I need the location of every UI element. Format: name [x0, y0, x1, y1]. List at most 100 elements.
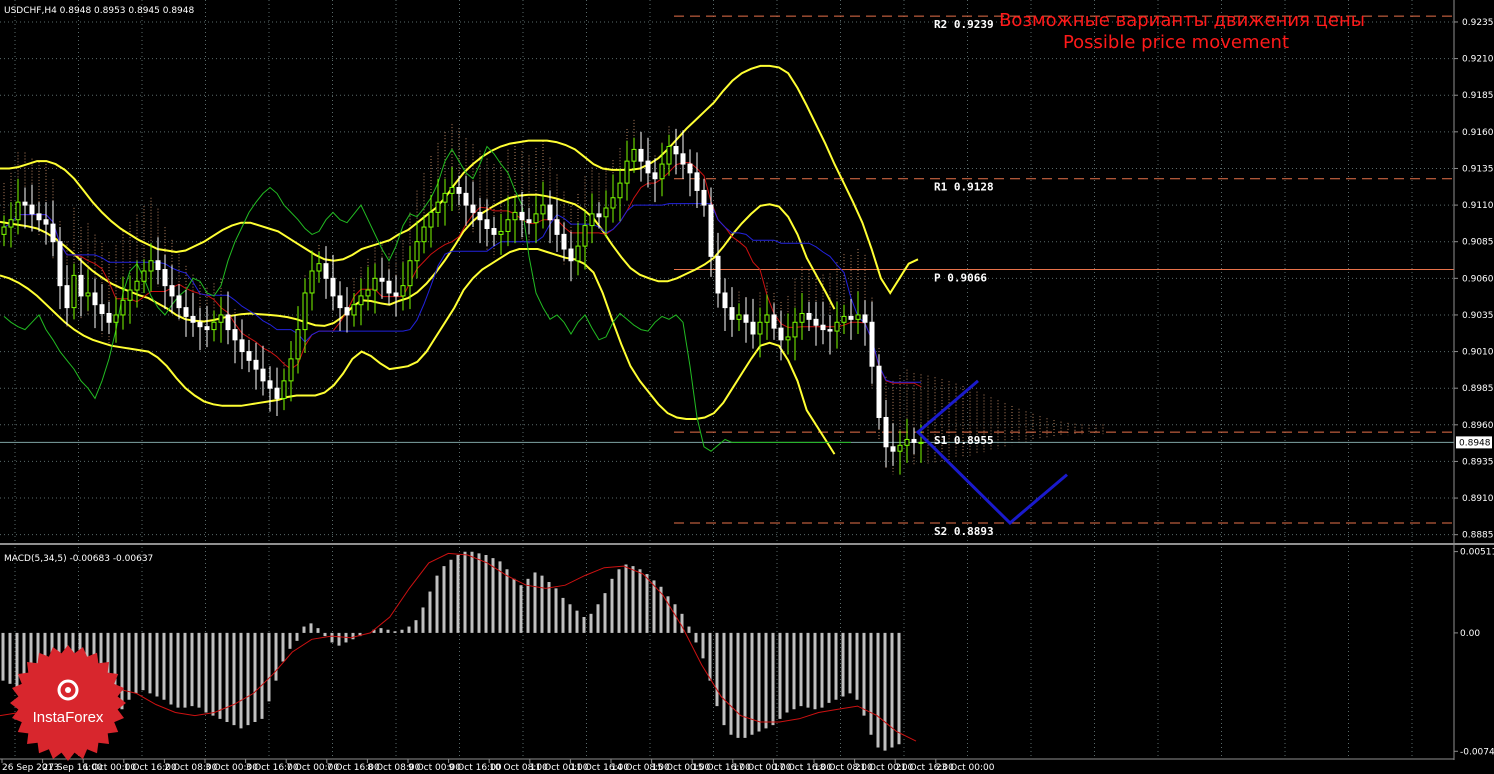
candle-bull: [603, 207, 609, 218]
candle-bear: [337, 295, 343, 309]
candle-bear: [99, 304, 105, 314]
candle-bull: [407, 260, 413, 287]
chart-background: [0, 0, 1494, 774]
candle-bear: [820, 324, 826, 331]
macd-header: MACD(5,34,5) -0.00683 -0.00637: [4, 554, 153, 564]
trading-chart: R2 0.9239 R1 0.9128 P 0.9066 S1 0.8955 S2 0.…: [0, 0, 1494, 774]
candle-bear: [78, 274, 84, 297]
candle-bull: [288, 358, 294, 382]
candle-bear: [890, 446, 896, 452]
candle-bull: [1, 226, 7, 235]
candle-bear: [715, 255, 721, 294]
candle-bull: [540, 204, 546, 215]
candle-bear: [547, 204, 553, 221]
candle-bear: [911, 438, 917, 443]
candle-bull: [113, 314, 119, 323]
candle-bull: [442, 192, 448, 203]
candle-bull: [71, 274, 77, 309]
candle-bear: [155, 260, 161, 271]
chart-header: USDCHF,H4 0.8948 0.8953 0.8945 0.8948: [4, 6, 194, 16]
candle-bull: [134, 280, 140, 291]
candle-bear: [526, 219, 532, 224]
candle-bull: [512, 211, 518, 221]
candle-bear: [162, 269, 168, 287]
candle-bull: [785, 336, 791, 341]
candle-bull: [400, 285, 406, 297]
price-tick-label: 0.8935: [1462, 457, 1494, 467]
candle-bull: [918, 441, 924, 444]
candle-bull: [834, 321, 840, 332]
candle-bear: [106, 312, 112, 323]
time-tick-label: 23 Oct 00:00: [936, 763, 995, 773]
candle-bear: [519, 211, 525, 221]
candle-bear: [197, 321, 203, 328]
candle-bull: [498, 230, 504, 235]
candle-bear: [701, 189, 707, 206]
candle-bear: [778, 327, 784, 341]
price-tick-label: 0.9185: [1462, 91, 1494, 101]
candle-bear: [253, 359, 259, 370]
candle-bull: [281, 380, 287, 399]
candle-bull: [631, 148, 637, 162]
candle-bull: [897, 444, 903, 452]
candle-bear: [323, 263, 329, 279]
candle-bull: [575, 245, 581, 262]
candle-bull: [449, 187, 455, 194]
title-russian: Возможные варианты движения цены: [999, 10, 1365, 31]
price-tick-label: 0.9210: [1462, 55, 1494, 65]
candle-bull: [295, 329, 301, 360]
candle-bear: [64, 285, 70, 309]
current-price-label: 0.8948: [1459, 438, 1491, 448]
candle-bear: [883, 416, 889, 448]
candle-bear: [260, 368, 266, 382]
candle-bull: [358, 295, 364, 306]
candle-bull: [533, 213, 539, 224]
candle-bull: [792, 321, 798, 338]
level-label-s1: S1 0.8955: [934, 434, 994, 447]
candle-bull: [757, 321, 763, 335]
candle-bear: [43, 219, 49, 225]
candle-bull: [8, 219, 14, 228]
candle-bull: [120, 299, 126, 316]
candle-bear: [456, 187, 462, 194]
candle-bear: [673, 145, 679, 155]
candle-bear: [652, 172, 658, 180]
candle-bull: [505, 219, 511, 232]
candle-bear: [344, 307, 350, 316]
candle-bull: [309, 270, 315, 294]
candle-bull: [841, 315, 847, 323]
candle-bull: [659, 163, 665, 180]
candle-bull: [85, 292, 91, 297]
candle-bear: [239, 339, 245, 353]
price-tick-label: 0.9110: [1462, 201, 1494, 211]
candle-bear: [92, 292, 98, 306]
level-label-s2: S2 0.8893: [934, 525, 994, 538]
price-tick-label: 0.9010: [1462, 348, 1494, 358]
candle-bear: [267, 380, 273, 389]
candle-bear: [806, 312, 812, 320]
price-tick-label: 0.8910: [1462, 494, 1494, 504]
candle-bear: [470, 204, 476, 213]
candle-bull: [435, 201, 441, 213]
candle-bear: [729, 307, 735, 320]
candle-bear: [393, 292, 399, 297]
candle-bull: [372, 277, 378, 291]
candle-bear: [869, 321, 875, 367]
candle-bear: [743, 314, 749, 323]
candle-bull: [736, 314, 742, 320]
candle-bear: [645, 160, 651, 174]
candle-bear: [722, 292, 728, 309]
logo-text: InstaForex: [33, 709, 104, 726]
candle-bear: [862, 314, 868, 323]
price-tick-label: 0.8885: [1462, 531, 1494, 541]
candle-bull: [302, 292, 308, 331]
candle-bear: [57, 241, 63, 287]
candle-bear: [22, 201, 28, 206]
price-tick-label: 0.9135: [1462, 164, 1494, 174]
title-english: Possible price movement: [1063, 32, 1289, 53]
candle-bear: [771, 314, 777, 329]
candle-bear: [379, 277, 385, 282]
candle-bear: [694, 172, 700, 191]
candle-bull: [855, 314, 861, 320]
candle-bear: [232, 329, 238, 341]
